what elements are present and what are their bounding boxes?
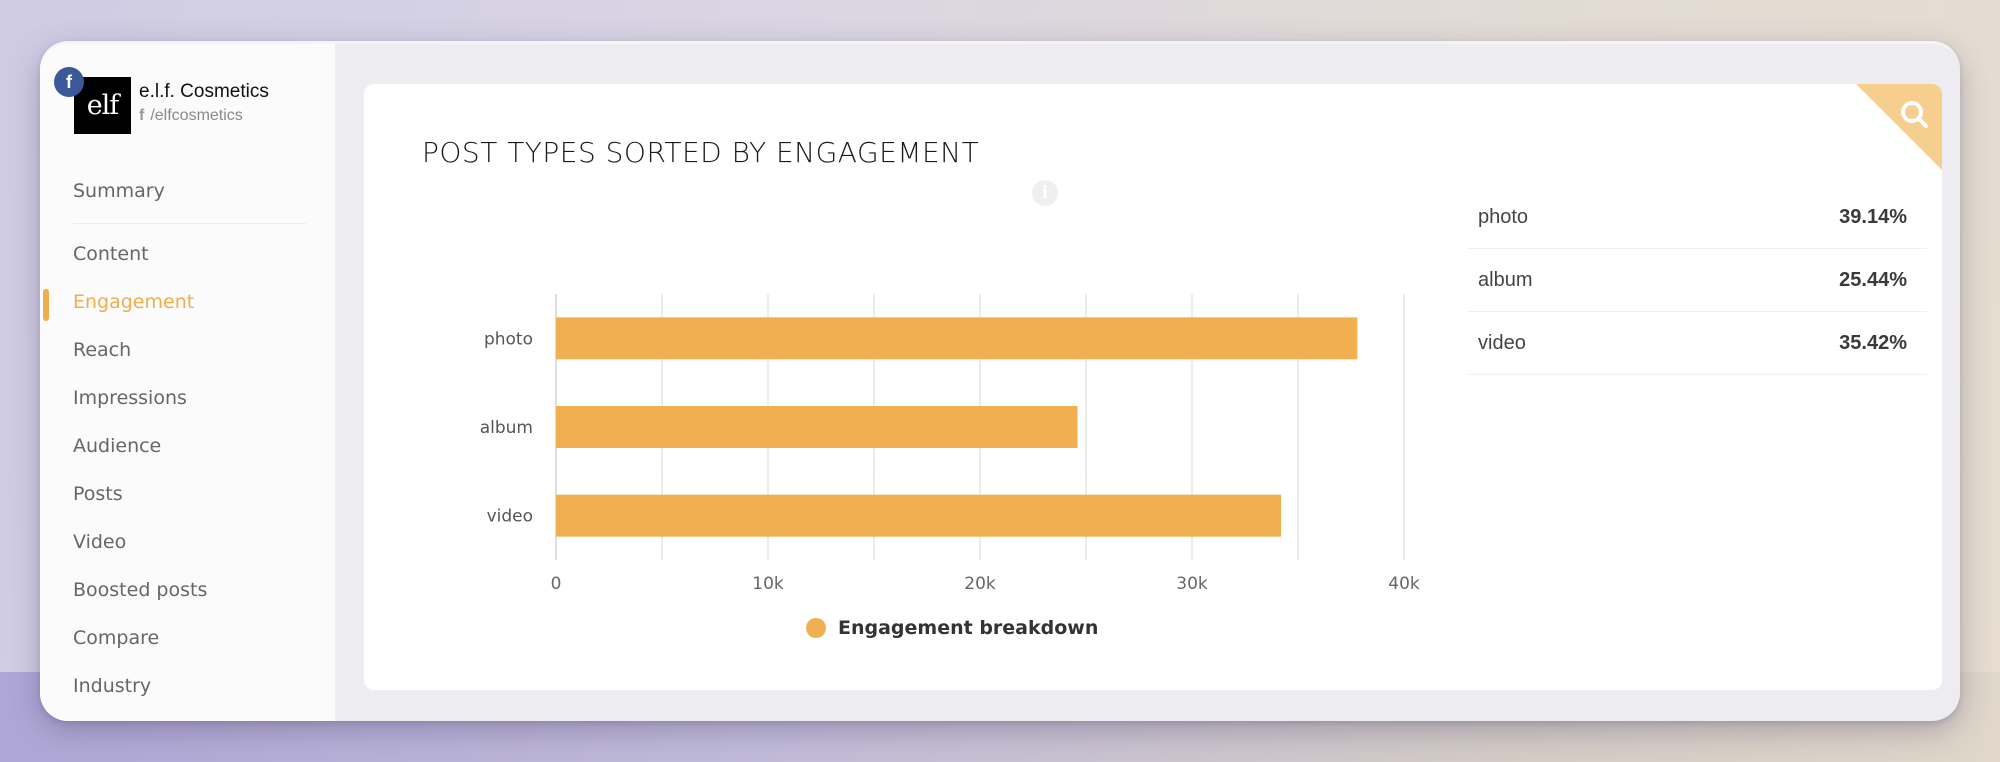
y-category-label: photo xyxy=(484,329,533,349)
sidebar-item-summary[interactable]: Summary xyxy=(73,180,165,202)
sidebar-item-reach[interactable]: Reach xyxy=(73,339,131,361)
stat-row: video 35.42% xyxy=(1467,312,1927,375)
brand-handle-text: /elfcosmetics xyxy=(150,107,243,124)
stat-label: photo xyxy=(1478,205,1529,228)
sidebar: elf f e.l.f. Cosmetics f/elfcosmetics Su… xyxy=(40,44,335,721)
facebook-icon: f xyxy=(139,107,145,124)
sidebar-item-boosted-posts[interactable]: Boosted posts xyxy=(73,579,207,601)
x-tick-label: 40k xyxy=(1388,574,1420,594)
sidebar-item-impressions[interactable]: Impressions xyxy=(73,387,187,409)
chart-category-labels: photo album video xyxy=(480,329,533,526)
sidebar-item-content[interactable]: Content xyxy=(73,243,149,265)
nav-divider xyxy=(73,223,306,224)
sidebar-item-posts[interactable]: Posts xyxy=(73,483,123,505)
stat-label: video xyxy=(1478,331,1526,354)
stat-value: 35.42% xyxy=(1839,331,1907,354)
search-icon[interactable] xyxy=(1856,84,1942,170)
active-indicator xyxy=(43,289,49,321)
sidebar-item-video[interactable]: Video xyxy=(73,531,126,553)
x-tick-label: 20k xyxy=(964,574,996,594)
brand-handle[interactable]: f/elfcosmetics xyxy=(139,107,243,125)
chart-tick-labels: 0 10k 20k 30k 40k xyxy=(551,574,1420,594)
y-category-label: album xyxy=(480,418,533,438)
sidebar-item-industry[interactable]: Industry xyxy=(73,675,151,697)
legend-label: Engagement breakdown xyxy=(838,617,1099,639)
stat-row: photo 39.14% xyxy=(1467,186,1927,249)
stat-value: 25.44% xyxy=(1839,268,1907,291)
stat-row: album 25.44% xyxy=(1467,249,1927,312)
x-tick-label: 30k xyxy=(1176,574,1208,594)
sidebar-item-audience[interactable]: Audience xyxy=(73,435,161,457)
bar-video xyxy=(556,494,1282,537)
stat-label: album xyxy=(1478,268,1533,291)
x-tick-label: 10k xyxy=(752,574,784,594)
app-window: elf f e.l.f. Cosmetics f/elfcosmetics Su… xyxy=(40,41,1960,721)
chart-bars xyxy=(556,317,1358,537)
engagement-card: POST TYPES SORTED BY ENGAGEMENT i photo a… xyxy=(364,84,1942,690)
y-category-label: video xyxy=(487,507,533,527)
bar-chart: photo album video 0 10k 20k 30k 40k xyxy=(480,294,1420,594)
facebook-icon: f xyxy=(54,67,84,97)
sidebar-item-compare[interactable]: Compare xyxy=(73,627,159,649)
chart-legend[interactable]: Engagement breakdown xyxy=(806,617,1098,639)
sidebar-item-engagement[interactable]: Engagement xyxy=(73,291,194,313)
legend-swatch xyxy=(806,618,826,638)
stats-table: photo 39.14% album 25.44% video 35.42% xyxy=(1467,186,1927,375)
bar-photo xyxy=(556,317,1358,360)
x-tick-label: 0 xyxy=(551,574,562,594)
bar-album xyxy=(556,406,1078,448)
brand-name: e.l.f. Cosmetics xyxy=(139,81,269,102)
stat-value: 39.14% xyxy=(1839,205,1907,228)
